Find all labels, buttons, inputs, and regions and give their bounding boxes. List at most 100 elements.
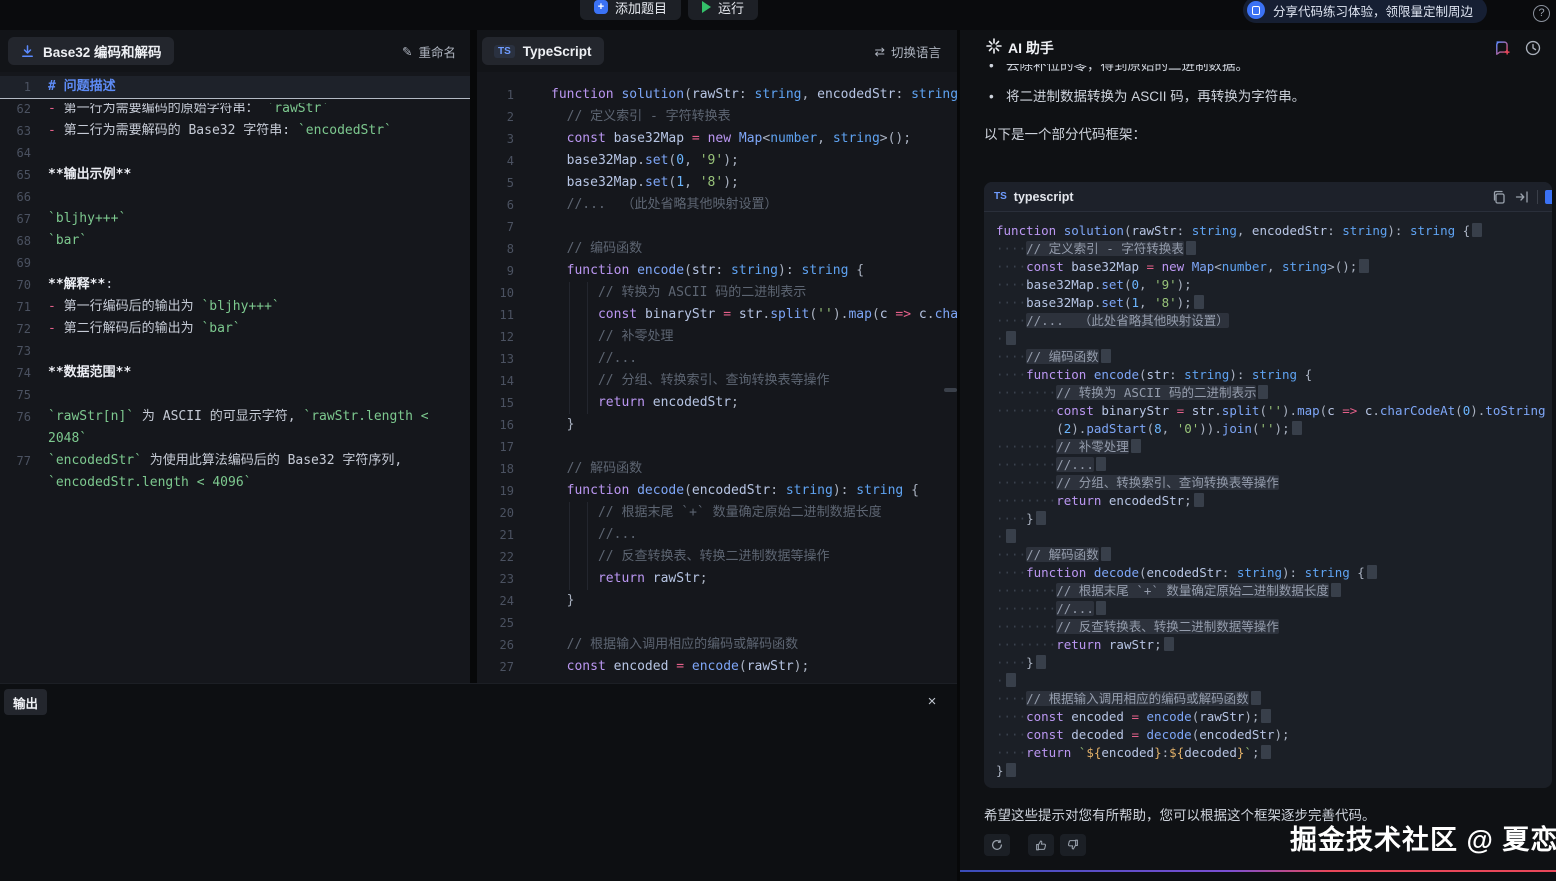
ghost-cursor	[1186, 241, 1196, 255]
ai-intro-text: 以下是一个部分代码框架：	[984, 123, 1532, 143]
ghost-cursor	[1261, 709, 1271, 723]
ai-code-line: function solution(rawStr: string, encode…	[996, 222, 1556, 240]
output-tab[interactable]: 输出	[4, 689, 47, 715]
ghost-cursor	[1096, 457, 1106, 471]
code-line: 25	[477, 612, 957, 634]
copy-icon[interactable]	[1491, 189, 1507, 205]
ghost-cursor	[1194, 295, 1204, 309]
code-line: 23return rawStr;	[477, 568, 957, 590]
ai-code-line: ····}	[996, 510, 1556, 528]
ai-code-block: TS typescript function solution(rawStr: …	[984, 182, 1552, 788]
problem-tab[interactable]: Base32 编码和解码	[8, 37, 174, 65]
run-button[interactable]: 运行	[688, 0, 758, 20]
code-line: 11const binaryStr = str.split('').map(c …	[477, 304, 957, 326]
top-bar: + 添加题目 运行 分享代码练习体验，领限量定制周边 ?	[0, 0, 1556, 30]
code-line: 65**输出示例**	[0, 164, 470, 186]
code-line: 27const encoded = encode(rawStr);	[477, 656, 957, 678]
thumbs-down-icon	[1066, 838, 1080, 852]
ai-code-line: ····//... （此处省略其他映射设置）	[996, 312, 1556, 330]
code-line: 20// 根据末尾 `+` 数量确定原始二进制数据长度	[477, 502, 957, 524]
language-tab[interactable]: TS TypeScript	[482, 37, 604, 65]
ghost-cursor	[1036, 655, 1046, 669]
ghost-cursor	[1006, 529, 1016, 543]
code-line: 5base32Map.set(1, '8');	[477, 172, 957, 194]
add-question-label: 添加题目	[615, 0, 667, 17]
code-panel: TS TypeScript ⇄ 切换语言 1function solution(…	[477, 30, 957, 683]
insert-code-icon[interactable]	[1514, 189, 1530, 205]
ghost-cursor	[1258, 385, 1268, 399]
rename-button[interactable]: ✎ 重命名	[402, 30, 456, 72]
ghost-cursor	[1101, 349, 1111, 363]
ai-message-area[interactable]: 去除补位的零，得到原始的二进制数据。 将二进制数据转换为 ASCII 码，再转换…	[960, 62, 1556, 881]
code-line: 6//... （此处省略其他映射设置）	[477, 194, 957, 216]
ai-code-line: ········// 反查转换表、转换二进制数据等操作	[996, 618, 1556, 636]
code-line: 9function encode(str: string): string {	[477, 260, 957, 282]
promo-banner[interactable]: 分享代码练习体验，领限量定制周边	[1243, 0, 1487, 23]
ai-code-line: }	[996, 762, 1556, 780]
code-line: 66	[0, 186, 470, 208]
markdown-editor[interactable]: 1# 问题描述 62- 第一行为需要编码的原始字符串： `rawStr`63- …	[0, 72, 470, 683]
refresh-icon	[990, 838, 1004, 852]
app-window: + 添加题目 运行 分享代码练习体验，领限量定制周边 ? Base32 编码和解…	[0, 0, 1556, 881]
language-name: TypeScript	[523, 44, 592, 59]
thumbs-down-button[interactable]	[1060, 834, 1086, 856]
code-line: 63- 第二行为需要解码的 Base32 字符串: `encodedStr`	[0, 120, 470, 142]
sticky-line: 1# 问题描述	[0, 76, 470, 99]
code-language-label: typescript	[1014, 190, 1074, 204]
switch-language-button[interactable]: ⇄ 切换语言	[875, 30, 942, 72]
ai-code-line: ········// 分组、转换索引、查询转换表等操作	[996, 474, 1556, 492]
ghost-cursor	[1292, 421, 1302, 435]
clipped-icon[interactable]	[1545, 190, 1552, 204]
code-line: 24}	[477, 590, 957, 612]
code-panel-header: TS TypeScript ⇄ 切换语言	[477, 30, 957, 72]
output-panel: 输出 ×	[0, 683, 957, 881]
ai-code-line: ····function decode(encodedStr: string):…	[996, 564, 1556, 582]
scrollbar-thumb[interactable]	[944, 388, 957, 392]
code-line: 7	[477, 216, 957, 238]
ai-code-line: ········// 根据末尾 `+` 数量确定原始二进制数据长度	[996, 582, 1556, 600]
ai-code-line: ········return rawStr;	[996, 636, 1556, 654]
ai-code-line: ····// 根据输入调用相应的编码或解码函数	[996, 690, 1556, 708]
close-icon[interactable]: ×	[921, 691, 943, 713]
code-line: 71- 第一行编码后的输出为 `bljhy+++`	[0, 296, 470, 318]
code-line: 1# 问题描述	[0, 76, 470, 98]
ghost-cursor	[1101, 547, 1111, 561]
code-line: 12// 补零处理	[477, 326, 957, 348]
ai-code-line: ····function encode(str: string): string…	[996, 366, 1556, 384]
code-line: 70**解释**:	[0, 274, 470, 296]
ghost-cursor	[1261, 745, 1271, 759]
ai-code-line: ········//...	[996, 600, 1556, 618]
code-line: 15return encodedStr;	[477, 392, 957, 414]
thumbs-up-button[interactable]	[1028, 834, 1054, 856]
add-icon: +	[594, 0, 608, 14]
code-line: 17	[477, 436, 957, 458]
code-line: 16}	[477, 414, 957, 436]
add-question-button[interactable]: + 添加题目	[580, 0, 681, 20]
code-line: 2// 定义索引 - 字符转换表	[477, 106, 957, 128]
regenerate-button[interactable]	[984, 834, 1010, 856]
ghost-cursor	[1359, 259, 1369, 273]
code-line: 67`bljhy+++`	[0, 208, 470, 230]
typescript-editor[interactable]: 1function solution(rawStr: string, encod…	[477, 72, 957, 683]
help-icon[interactable]: ?	[1533, 5, 1550, 22]
input-gradient-border	[960, 870, 1556, 872]
code-line: 14// 分组、转换索引、查询转换表等操作	[477, 370, 957, 392]
code-line: 26// 根据输入调用相应的编码或解码函数	[477, 634, 957, 656]
code-line: 62- 第一行为需要编码的原始字符串： `rawStr`	[0, 103, 470, 120]
code-line: 64	[0, 142, 470, 164]
new-chat-icon[interactable]	[1494, 39, 1512, 57]
ai-code-line: ····// 编码函数	[996, 348, 1556, 366]
ai-code-line: ····const encoded = encode(rawStr);	[996, 708, 1556, 726]
thumbs-up-icon	[1034, 838, 1048, 852]
code-line: 72- 第二行解码后的输出为 `bar`	[0, 318, 470, 340]
code-line: 75	[0, 384, 470, 406]
ai-bullet: 将二进制数据转换为 ASCII 码，再转换为字符串。	[1006, 86, 1532, 107]
sparkle-icon	[985, 37, 1003, 55]
history-icon[interactable]	[1524, 39, 1542, 57]
code-line: 8// 编码函数	[477, 238, 957, 260]
ghost-cursor	[1096, 601, 1106, 615]
ai-code-line: ····// 解码函数	[996, 546, 1556, 564]
code-line: 21//...	[477, 524, 957, 546]
ai-code-line: ·	[996, 528, 1556, 546]
run-label: 运行	[718, 0, 744, 17]
